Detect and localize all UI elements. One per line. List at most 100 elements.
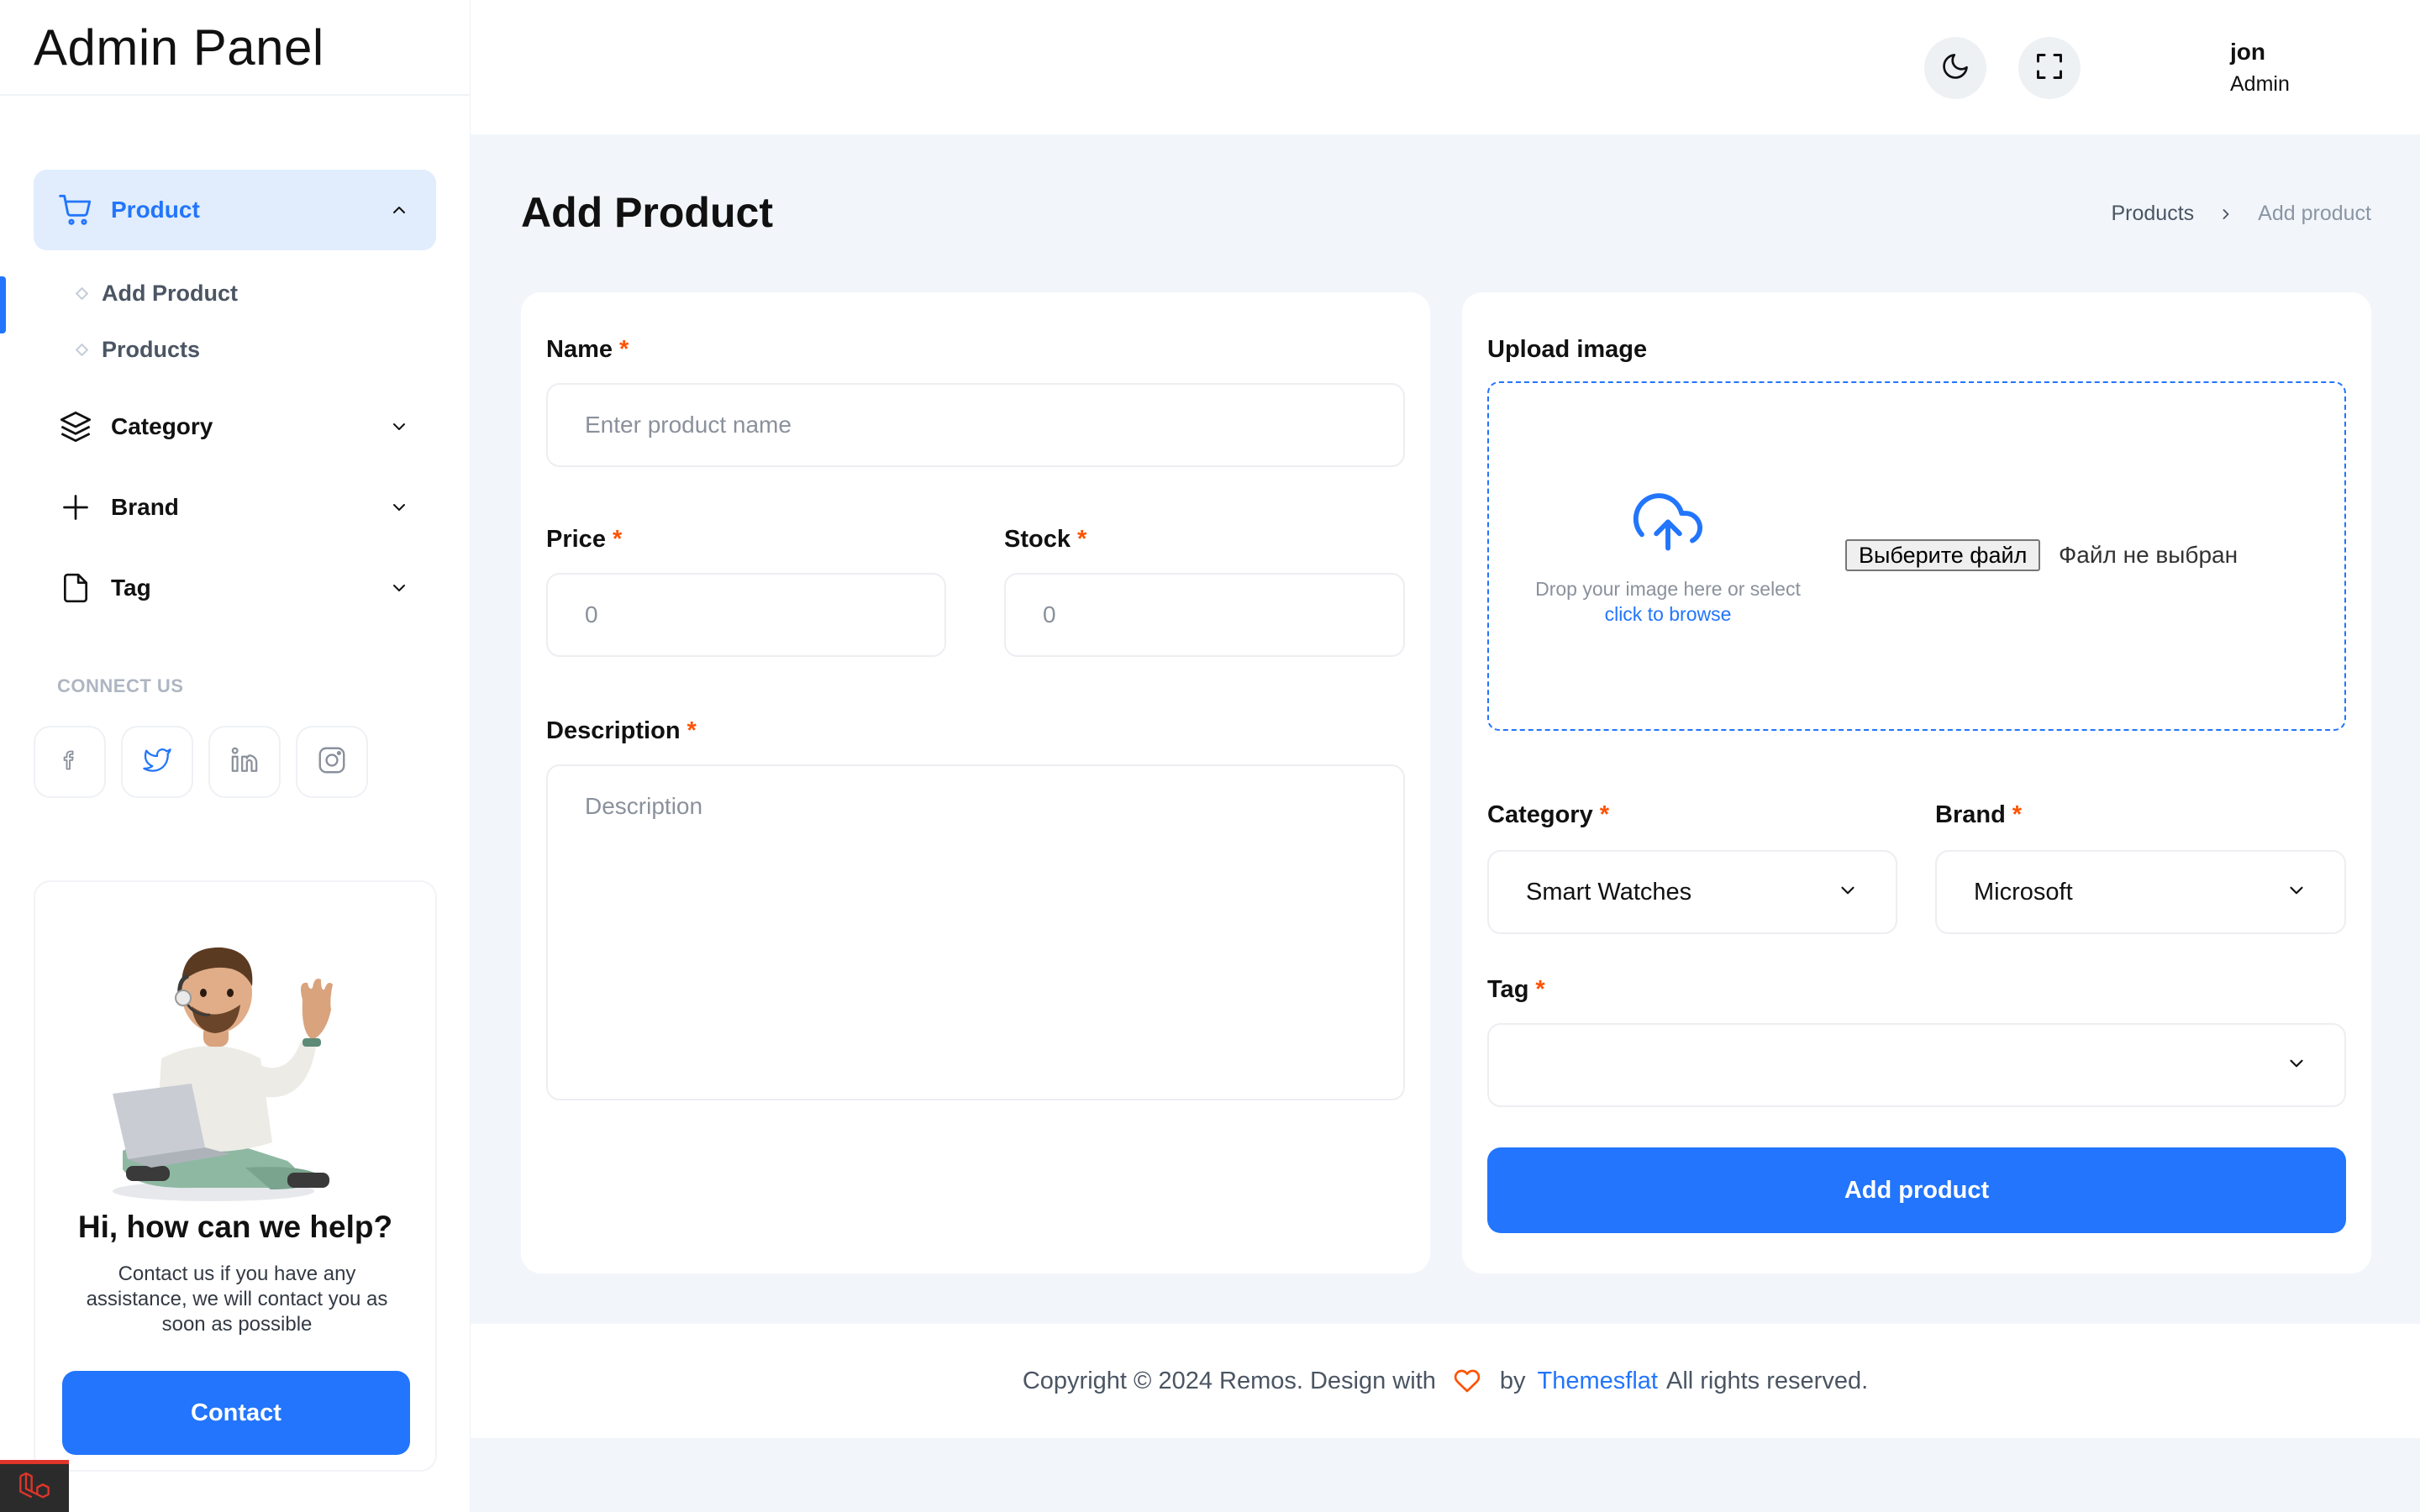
required-mark: *: [2012, 801, 2023, 828]
submenu-item-add-product[interactable]: Add Product: [75, 265, 470, 322]
category-select[interactable]: Smart Watches: [1487, 850, 1897, 934]
product-submenu: Add Product Products: [0, 250, 470, 386]
name-label-text: Name: [546, 336, 613, 363]
help-title: Hi, how can we help?: [77, 1210, 393, 1244]
laravel-debug-badge[interactable]: [0, 1460, 69, 1512]
file-icon: [57, 570, 94, 606]
chevron-down-icon: [2286, 1053, 2307, 1079]
tag-select[interactable]: [1487, 1023, 2346, 1107]
sidebar-item-category[interactable]: Category: [34, 386, 436, 467]
sidebar-item-brand[interactable]: Brand: [34, 467, 436, 548]
plus-icon: [57, 489, 94, 526]
name-label: Name *: [546, 336, 629, 364]
browse-link[interactable]: click to browse: [1605, 603, 1732, 625]
required-mark: *: [612, 526, 623, 553]
submenu-item-products[interactable]: Products: [75, 322, 470, 378]
moon-icon: [1940, 51, 1970, 86]
brand-value: Microsoft: [1974, 878, 2073, 906]
sidebar: Admin Panel Product Add Product Products…: [0, 0, 471, 1512]
help-card: Hi, how can we help? Contact us if you h…: [34, 880, 437, 1472]
file-status: Файл не выбран: [2059, 542, 2238, 568]
price-input[interactable]: [546, 573, 946, 657]
tag-label: Tag *: [1487, 976, 1545, 1004]
diamond-bullet-icon: [75, 286, 89, 301]
chevron-down-icon: [387, 576, 411, 600]
twitter-link[interactable]: [121, 726, 193, 798]
add-product-button[interactable]: Add product: [1487, 1147, 2346, 1233]
chevron-down-icon: [387, 415, 411, 438]
instagram-link[interactable]: [296, 726, 368, 798]
facebook-link[interactable]: [34, 726, 106, 798]
description-label-text: Description: [546, 717, 681, 744]
required-mark: *: [1599, 801, 1609, 828]
dark-mode-toggle[interactable]: [1924, 37, 1986, 99]
sidebar-item-tag[interactable]: Tag: [34, 548, 436, 628]
category-value: Smart Watches: [1526, 878, 1692, 906]
cloud-upload-icon: [1632, 487, 1704, 551]
chevron-right-icon: [2217, 206, 2234, 223]
footer-by: by: [1499, 1367, 1526, 1394]
required-mark: *: [1076, 526, 1087, 553]
social-links: [34, 726, 470, 798]
description-textarea[interactable]: [546, 764, 1405, 1100]
user-name: jon: [2230, 39, 2265, 65]
fullscreen-button[interactable]: [2018, 37, 2081, 99]
stock-label: Stock *: [1004, 526, 1086, 554]
connect-us-title: CONNECT US: [57, 675, 184, 696]
chevron-down-icon: [387, 496, 411, 519]
page-title: Add Product: [521, 189, 773, 236]
footer: Copyright © 2024 Remos. Design with by T…: [471, 1324, 2420, 1438]
sidebar-item-label: Brand: [111, 494, 179, 520]
support-person-illustration: [113, 947, 333, 1201]
brand-label-text: Brand: [1935, 801, 2006, 828]
rights-text: All rights reserved.: [1665, 1367, 1869, 1394]
user-role: Admin: [2230, 72, 2290, 96]
sidebar-item-label: Product: [111, 197, 200, 223]
dropzone-hint: Drop your image here or select click to …: [1514, 576, 1822, 627]
category-label-text: Category: [1487, 801, 1593, 828]
required-mark: *: [687, 717, 697, 744]
description-label: Description *: [546, 717, 697, 745]
chevron-down-icon: [2286, 879, 2307, 906]
tag-label-text: Tag: [1487, 976, 1529, 1003]
chevron-down-icon: [1837, 879, 1859, 906]
product-details-card: Name* Price* Stock* Description*: [521, 292, 1430, 1273]
help-description: Contact us if you have any assistance, w…: [86, 1263, 388, 1336]
instagram-icon: [317, 745, 347, 780]
breadcrumb-current: Add product: [2258, 202, 2371, 225]
choose-file-button[interactable]: Выберите файл: [1845, 539, 2041, 571]
sidebar-nav: Product Add Product Products Category Br…: [0, 96, 470, 798]
sidebar-item-label: Category: [111, 413, 213, 439]
submenu-label: Add Product: [102, 281, 238, 306]
image-dropzone[interactable]: Drop your image here or select click to …: [1487, 381, 2346, 731]
user-menu[interactable]: jon Admin: [2230, 39, 2290, 97]
layers-icon: [57, 408, 94, 445]
price-label: Price *: [546, 526, 622, 554]
facebook-icon: [58, 745, 82, 780]
product-name-input[interactable]: [546, 383, 1405, 467]
linkedin-link[interactable]: [208, 726, 281, 798]
sidebar-item-product[interactable]: Product: [34, 170, 436, 250]
required-mark: *: [619, 336, 629, 363]
logo-area: Admin Panel: [0, 0, 470, 96]
themesflat-link[interactable]: Themesflat: [1538, 1368, 1658, 1395]
copyright-text: Copyright © 2024 Remos. Design with: [1022, 1367, 1436, 1394]
app-title[interactable]: Admin Panel: [34, 18, 324, 76]
contact-button[interactable]: Contact: [62, 1371, 410, 1455]
upload-image-label: Upload image: [1487, 336, 1648, 363]
stock-label-text: Stock: [1004, 526, 1071, 553]
diamond-bullet-icon: [75, 343, 89, 357]
price-label-text: Price: [546, 526, 606, 553]
laravel-icon: [16, 1469, 53, 1507]
breadcrumb: Products Add product: [2112, 202, 2372, 226]
fullscreen-icon: [2034, 51, 2065, 86]
stock-input[interactable]: [1004, 573, 1405, 657]
required-mark: *: [1535, 976, 1545, 1003]
cart-icon: [57, 192, 94, 228]
sidebar-item-label: Tag: [111, 575, 151, 601]
brand-select[interactable]: Microsoft: [1935, 850, 2346, 934]
chevron-up-icon: [387, 198, 411, 222]
active-indicator: [0, 276, 6, 333]
breadcrumb-products[interactable]: Products: [2112, 202, 2195, 226]
twitter-icon: [141, 746, 173, 779]
